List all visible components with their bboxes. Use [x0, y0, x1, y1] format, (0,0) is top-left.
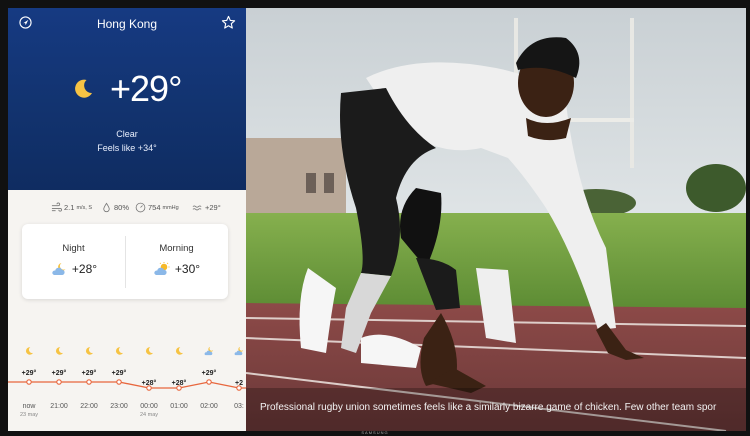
hourly-temp: +29° [21, 370, 37, 377]
hourly-time: 03: [234, 403, 244, 410]
wind-unit: m/s, S [76, 204, 93, 211]
waves-icon [192, 205, 202, 211]
hourly-temp: +2 [235, 380, 243, 387]
forecast-night[interactable]: Night +28° [22, 224, 125, 299]
forecast-label: Morning [159, 243, 194, 254]
water-temp-stat: +29° [192, 202, 221, 213]
city-name: Hong Kong [96, 17, 158, 31]
hourly-time: now [22, 403, 36, 410]
hourly-time: 00:00 [140, 403, 158, 410]
forecast-temp: +28° [71, 262, 98, 276]
hourly-time: 23:00 [110, 403, 128, 410]
photo-caption: Professional rugby union sometimes feels… [260, 402, 717, 413]
wind-stat: 2.1 m/s, S [51, 202, 92, 213]
hourly-temp: +28° [141, 380, 157, 387]
favorite-star-icon[interactable] [221, 15, 236, 30]
humidity-value: 80% [114, 203, 130, 212]
water-temperature: +29° [205, 203, 221, 212]
trend-point [26, 379, 32, 385]
moon-icon [115, 347, 123, 355]
trend-point [206, 379, 212, 385]
wind-icon [51, 202, 62, 212]
moon-icon [75, 79, 92, 98]
moon-icon [175, 347, 183, 355]
moon-icon [145, 347, 153, 355]
hourly-date: 23 may [19, 412, 39, 418]
moon-icon [25, 347, 33, 355]
pressure-value: 754 [148, 203, 161, 212]
gauge-icon [135, 202, 146, 213]
weather-condition: Clear [116, 129, 138, 139]
weather-topbar: Hong Kong [8, 8, 246, 38]
hourly-forecast[interactable]: +29° now 23 may +29° 21:00 +29° 22:00 +29° 23:00… [8, 338, 246, 431]
forecast-label: Night [62, 243, 85, 254]
cloud-moon-icon [234, 346, 244, 356]
forecast-card[interactable]: Night +28° Morning +30° [22, 224, 228, 299]
forecast-temp: +30° [174, 262, 201, 276]
hourly-time: 01:00 [170, 403, 188, 410]
weather-panel: Hong Kong +29° Clear Feels like +34° 2.1… [8, 8, 246, 431]
forecast-morning[interactable]: Morning +30° [125, 224, 228, 299]
hourly-time: 21:00 [50, 403, 68, 410]
pressure-unit: mmHg [162, 204, 179, 211]
wind-speed: 2.1 [64, 203, 75, 212]
droplet-icon [103, 202, 110, 213]
trend-point [56, 379, 62, 385]
moon-icon [85, 347, 93, 355]
hourly-temp: +28° [171, 380, 187, 387]
humidity-stat: 80% [101, 202, 129, 213]
tv-screen: Hong Kong +29° Clear Feels like +34° 2.1… [8, 8, 746, 431]
weather-hero: Hong Kong +29° Clear Feels like +34° [8, 8, 246, 190]
hourly-temp: +29° [111, 370, 127, 377]
cloud-moon-icon [204, 346, 214, 356]
hourly-temp: +29° [201, 370, 217, 377]
sprinter-photo [246, 8, 746, 431]
trend-point [86, 379, 92, 385]
hourly-time: 22:00 [80, 403, 98, 410]
cloud-sun-icon [154, 262, 170, 275]
cloud-moon-icon [52, 263, 66, 275]
pressure-stat: 754 mmHg [135, 202, 179, 213]
tv-frame: Hong Kong +29° Clear Feels like +34° 2.1… [0, 0, 750, 436]
current-temperature: +29° [110, 68, 182, 109]
weather-stats: 2.1 m/s, S 80% 754 mmHg +29° [8, 198, 246, 218]
hourly-temp: +29° [51, 370, 67, 377]
background-photo: Professional rugby union sometimes feels… [246, 8, 746, 431]
tv-brand-logo: SAMSUNG [361, 430, 389, 435]
moon-icon [55, 347, 63, 355]
trend-point [116, 379, 122, 385]
hourly-time: 02:00 [200, 403, 218, 410]
feels-like: Feels like +34° [97, 143, 157, 153]
hourly-date: 24 may [139, 412, 159, 418]
hourly-temp: +29° [81, 370, 97, 377]
